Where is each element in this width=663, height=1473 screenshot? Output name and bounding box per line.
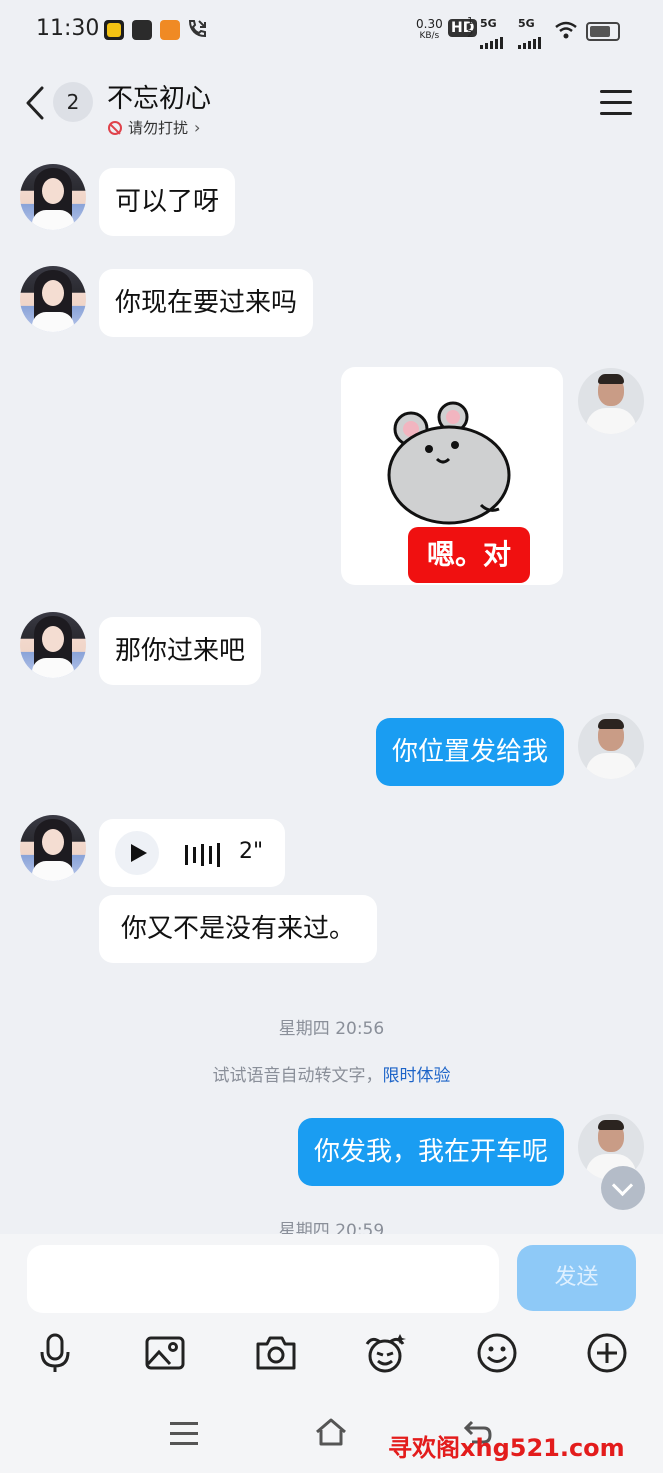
sim1-label: 1	[467, 16, 474, 27]
watermark: 寻欢阁xhg521.com	[388, 1434, 625, 1462]
voice-to-text-tip: 试试语音自动转文字，限时体验	[0, 1061, 663, 1086]
signal-sim1: 5G	[480, 17, 505, 49]
my-avatar[interactable]	[578, 368, 644, 434]
camera-icon[interactable]	[253, 1330, 299, 1376]
message-bubble-outgoing[interactable]: 你位置发给我	[375, 718, 564, 786]
scroll-to-bottom-button[interactable]	[601, 1166, 645, 1210]
message-bubble-incoming[interactable]: 你现在要过来吗	[99, 269, 314, 337]
emoji-face-icon[interactable]	[362, 1330, 408, 1376]
status-time: 11:30	[36, 16, 100, 41]
contact-avatar[interactable]	[20, 164, 86, 230]
app-notification-icon	[160, 20, 180, 40]
menu-line	[600, 90, 632, 93]
app-notification-icon	[132, 20, 152, 40]
plus-icon[interactable]	[584, 1330, 630, 1376]
sticker-message[interactable]: 嗯。对	[341, 367, 563, 585]
sim2-label: 2	[467, 29, 474, 40]
home-icon[interactable]	[313, 1416, 349, 1448]
hamster-sticker-image	[387, 401, 511, 525]
contact-avatar[interactable]	[20, 266, 86, 332]
back-button[interactable]	[22, 86, 52, 120]
voice-duration: 2"	[239, 839, 264, 864]
menu-line	[600, 112, 632, 115]
battery-icon	[586, 22, 620, 41]
chevron-right-icon: ›	[194, 118, 201, 137]
message-bubble-incoming[interactable]: 那你过来吧	[99, 617, 262, 685]
sticker-caption: 嗯。对	[408, 527, 530, 583]
voice-message[interactable]: 2"	[99, 819, 285, 887]
play-icon[interactable]	[115, 831, 159, 875]
app-notification-icon	[104, 20, 124, 40]
menu-line	[600, 101, 632, 104]
message-input[interactable]	[27, 1245, 499, 1313]
signal-bars-icon	[518, 30, 543, 49]
microphone-icon[interactable]	[32, 1330, 78, 1376]
do-not-disturb-status[interactable]: 请勿打扰 ›	[108, 117, 200, 138]
send-button[interactable]: 发送	[517, 1245, 636, 1311]
menu-button[interactable]	[600, 90, 632, 123]
missed-call-icon	[186, 18, 208, 40]
voice-to-text-tip-text: 试试语音自动转文字，	[212, 1066, 383, 1086]
network-type: 5G	[480, 17, 497, 30]
image-icon[interactable]	[142, 1330, 188, 1376]
unread-count-badge[interactable]: 2	[53, 82, 93, 122]
network-type: 5G	[518, 17, 535, 30]
message-bubble-outgoing[interactable]: 你发我，我在开车呢	[297, 1118, 564, 1186]
voice-waveform-icon	[185, 843, 225, 867]
recent-apps-icon[interactable]	[170, 1422, 198, 1445]
network-speed: 0.30 KB/s	[416, 18, 443, 42]
contact-avatar[interactable]	[20, 815, 86, 881]
message-timestamp: 星期四 20:59	[278, 1221, 385, 1234]
smiley-icon[interactable]	[474, 1330, 520, 1376]
network-speed-value: 0.30	[416, 17, 443, 31]
chat-title[interactable]: 不忘初心	[107, 78, 211, 115]
signal-bars-icon	[480, 30, 505, 49]
do-not-disturb-label: 请勿打扰	[128, 119, 189, 137]
message-timestamp: 星期四 20:56	[278, 1019, 385, 1039]
network-speed-unit: KB/s	[419, 31, 440, 41]
my-avatar[interactable]	[578, 713, 644, 779]
message-bubble-incoming[interactable]: 你又不是没有来过。	[99, 895, 378, 963]
trial-link[interactable]: 限时体验	[383, 1066, 451, 1086]
wifi-icon	[554, 20, 578, 40]
signal-sim2: 5G	[518, 17, 543, 49]
message-bubble-incoming[interactable]: 可以了呀	[99, 168, 236, 236]
status-bar: 11:30 0.30 KB/s HD 1 2 5G 5G	[0, 0, 663, 60]
do-not-disturb-icon	[108, 120, 122, 135]
contact-avatar[interactable]	[20, 612, 86, 678]
